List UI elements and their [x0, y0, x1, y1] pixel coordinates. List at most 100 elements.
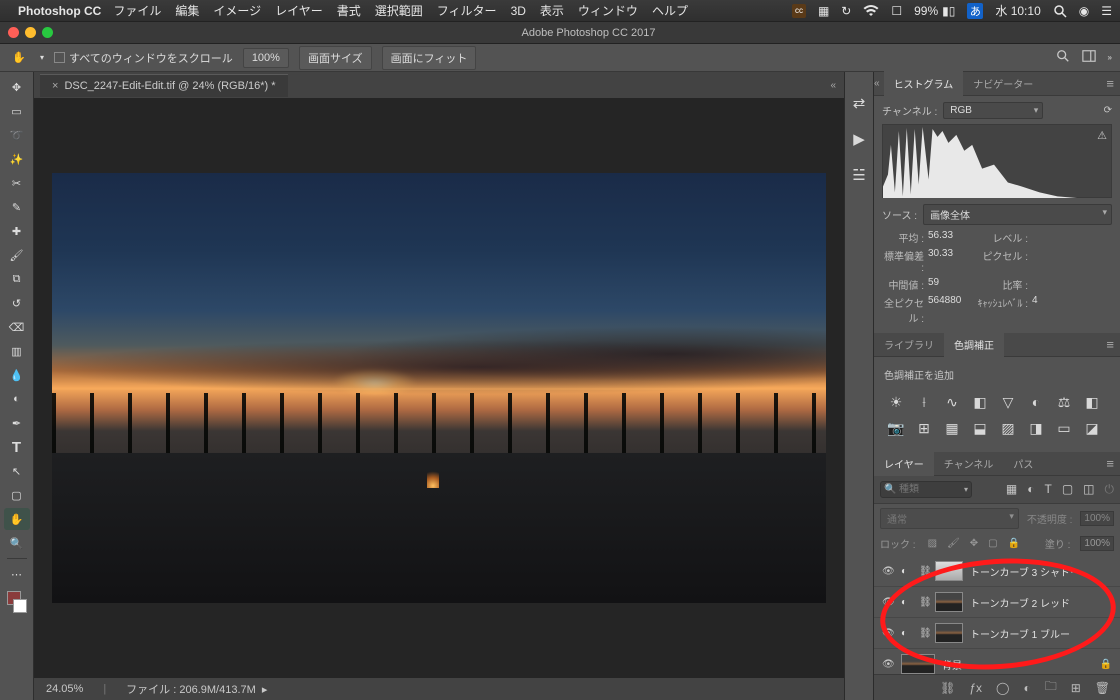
filter-adjustment-icon[interactable]: ◐	[1027, 482, 1034, 497]
close-button[interactable]	[8, 27, 19, 38]
app-name[interactable]: Photoshop CC	[18, 4, 101, 18]
layer-name[interactable]: 背景	[942, 657, 1093, 672]
menu-help[interactable]: ヘルプ	[652, 2, 688, 19]
fit-image-button[interactable]: 画面にフィット	[382, 46, 477, 70]
tool-preset-dropdown-icon[interactable]: ▾	[40, 53, 44, 62]
file-info[interactable]: ファイル : 206.9M/413.7M ▸	[126, 681, 267, 697]
lock-all-icon[interactable]: 🔒	[1008, 538, 1020, 549]
menu-type[interactable]: 書式	[337, 2, 361, 19]
collapse-panels-icon[interactable]: «	[874, 78, 880, 89]
mask-thumbnail[interactable]	[935, 592, 963, 612]
document-tab[interactable]: ×DSC_2247-Edit-Edit.tif @ 24% (RGB/16*) …	[40, 74, 288, 97]
history-panel-icon[interactable]: ☱	[850, 166, 868, 184]
new-group-icon[interactable]: 🗀	[1045, 677, 1057, 698]
lock-pixels-icon[interactable]: 🖌	[947, 538, 960, 549]
background-swatch[interactable]	[13, 599, 27, 613]
lock-position-icon[interactable]: ✥	[970, 538, 978, 549]
type-tool-icon[interactable]: T	[4, 436, 30, 458]
refresh-icon[interactable]: ⟳	[1104, 105, 1112, 116]
colorbalance-icon[interactable]: ⚖	[1056, 394, 1072, 410]
lasso-tool-icon[interactable]: ➰	[4, 124, 30, 146]
crop-tool-icon[interactable]: ✂	[4, 172, 30, 194]
link-icon[interactable]: ⛓	[919, 566, 928, 577]
eraser-tool-icon[interactable]: ⌫	[4, 316, 30, 338]
close-tab-icon[interactable]: ×	[52, 80, 58, 92]
link-icon[interactable]: ⛓	[919, 628, 928, 639]
hand-tool-icon-side[interactable]: ✋	[4, 508, 30, 530]
layer-thumbnail[interactable]	[901, 654, 935, 674]
menu-image[interactable]: イメージ	[213, 2, 261, 19]
layer-row[interactable]: 👁 背景 🔒	[874, 649, 1120, 674]
spotlight-icon[interactable]	[1053, 4, 1067, 18]
tab-paths[interactable]: パス	[1003, 451, 1043, 476]
clock[interactable]: 水 10:10	[995, 2, 1040, 19]
layer-mask-icon[interactable]: ◯	[996, 681, 1009, 695]
visibility-icon[interactable]: 👁	[882, 566, 894, 577]
menu-layer[interactable]: レイヤー	[275, 2, 323, 19]
fill-value[interactable]: 100%	[1080, 536, 1114, 551]
magic-wand-tool-icon[interactable]: ✨	[4, 148, 30, 170]
cc-sync-icon[interactable]: cc	[792, 4, 806, 18]
bw-icon[interactable]: ◧	[1084, 394, 1100, 410]
layer-name[interactable]: トーンカーブ 3 シャドー	[970, 564, 1112, 579]
selectivecolor-icon[interactable]: ◪	[1084, 420, 1100, 436]
properties-panel-icon[interactable]: ⇄	[850, 94, 868, 112]
link-layers-icon[interactable]: ⛓	[940, 681, 955, 695]
layer-row[interactable]: 👁 ◐ ⛓ トーンカーブ 1 ブルー	[874, 618, 1120, 649]
hand-tool-icon[interactable]: ✋	[8, 47, 30, 69]
filter-toggle-icon[interactable]: ⏻	[1105, 482, 1115, 497]
search-icon[interactable]	[1056, 49, 1070, 66]
zoom-100-button[interactable]: 100%	[243, 48, 289, 68]
timemachine-icon[interactable]: ↻	[841, 4, 851, 18]
menu-select[interactable]: 選択範囲	[375, 2, 423, 19]
eyedropper-tool-icon[interactable]: ✎	[4, 196, 30, 218]
blur-tool-icon[interactable]: 💧	[4, 364, 30, 386]
menu-window[interactable]: ウィンドウ	[578, 2, 638, 19]
menu-edit[interactable]: 編集	[175, 2, 199, 19]
tab-histogram[interactable]: ヒストグラム	[884, 71, 964, 96]
link-icon[interactable]: ⛓	[919, 597, 928, 608]
threshold-icon[interactable]: ◨	[1028, 420, 1044, 436]
opacity-value[interactable]: 100%	[1080, 511, 1114, 526]
tab-channels[interactable]: チャンネル	[934, 451, 1004, 476]
library-icon[interactable]: ▦	[818, 4, 829, 18]
brush-tool-icon[interactable]: 🖌	[4, 244, 30, 266]
new-layer-icon[interactable]: ⊞	[1071, 681, 1081, 695]
visibility-icon[interactable]: 👁	[882, 628, 894, 639]
marquee-tool-icon[interactable]: ▭	[4, 100, 30, 122]
document-canvas[interactable]	[52, 173, 826, 603]
workspace-switcher-icon[interactable]	[1082, 49, 1096, 66]
scroll-all-checkbox[interactable]: すべてのウィンドウをスクロール	[54, 50, 233, 66]
visibility-icon[interactable]: 👁	[882, 659, 894, 670]
healing-tool-icon[interactable]: ✚	[4, 220, 30, 242]
ime-indicator[interactable]: あ	[967, 3, 983, 19]
notification-icon[interactable]: ☰	[1101, 4, 1112, 18]
layer-name[interactable]: トーンカーブ 1 ブルー	[970, 626, 1112, 641]
zoom-button[interactable]	[42, 27, 53, 38]
blend-mode-dropdown[interactable]: 通常	[880, 508, 1019, 529]
actions-panel-icon[interactable]: ▶	[850, 130, 868, 148]
menu-file[interactable]: ファイル	[113, 2, 161, 19]
colorlookup-icon[interactable]: ▦	[944, 420, 960, 436]
layer-name[interactable]: トーンカーブ 2 レッド	[970, 595, 1112, 610]
source-dropdown[interactable]: 画像全体	[923, 204, 1112, 225]
move-tool-icon[interactable]: ✥	[4, 76, 30, 98]
history-brush-tool-icon[interactable]: ↺	[4, 292, 30, 314]
hue-icon[interactable]: ◐	[1028, 394, 1044, 410]
zoom-tool-icon[interactable]: 🔍	[4, 532, 30, 554]
menu-3d[interactable]: 3D	[511, 4, 526, 18]
path-select-tool-icon[interactable]: ↖	[4, 460, 30, 482]
channelmixer-icon[interactable]: ⊞	[916, 420, 932, 436]
filter-type-icon[interactable]: T	[1044, 482, 1051, 497]
curves-icon[interactable]: ∿	[944, 394, 960, 410]
color-swatches[interactable]	[10, 587, 24, 617]
display-icon[interactable]: ☐	[891, 4, 902, 18]
posterize-icon[interactable]: ▨	[1000, 420, 1016, 436]
tab-navigator[interactable]: ナビゲーター	[963, 71, 1043, 96]
tab-layers[interactable]: レイヤー	[874, 451, 934, 476]
canvas-area[interactable]	[34, 98, 844, 678]
filter-shape-icon[interactable]: ▢	[1062, 482, 1073, 497]
rectangle-tool-icon[interactable]: ▢	[4, 484, 30, 506]
brightness-icon[interactable]: ☀	[888, 394, 904, 410]
lock-transparent-icon[interactable]: ▨	[928, 538, 937, 549]
